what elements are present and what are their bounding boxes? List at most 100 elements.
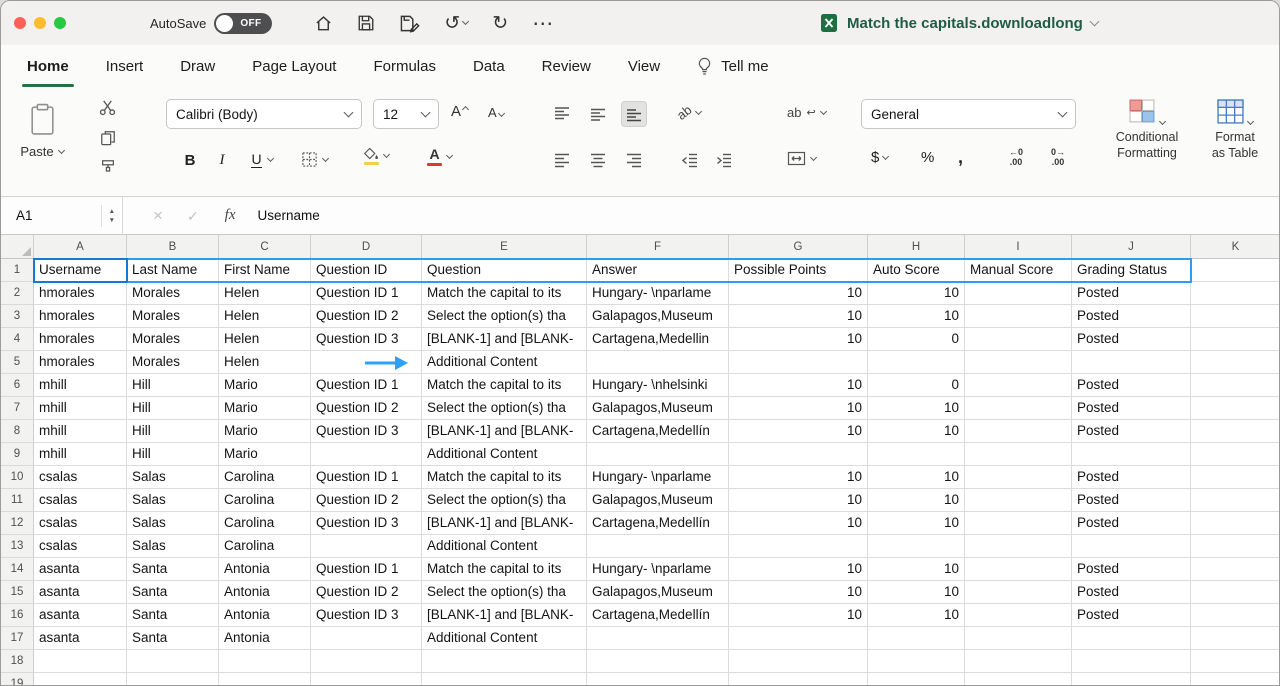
- cell-F14[interactable]: Hungary- \nparlame: [587, 558, 729, 581]
- tab-home[interactable]: Home: [27, 45, 69, 87]
- save-as-button[interactable]: [399, 14, 420, 33]
- cell-G19[interactable]: [729, 673, 868, 685]
- cell-F2[interactable]: Hungary- \nparlame: [587, 282, 729, 305]
- cell-D6[interactable]: Question ID 1: [311, 374, 422, 397]
- number-format-select[interactable]: General: [861, 99, 1076, 129]
- cell-K18[interactable]: [1191, 650, 1280, 673]
- tab-insert[interactable]: Insert: [106, 45, 144, 87]
- formula-bar-content[interactable]: Username: [258, 208, 320, 223]
- column-header-H[interactable]: H: [868, 235, 965, 259]
- cell-K14[interactable]: [1191, 558, 1280, 581]
- cell-I6[interactable]: [965, 374, 1072, 397]
- cell-E9[interactable]: Additional Content: [422, 443, 587, 466]
- cell-D18[interactable]: [311, 650, 422, 673]
- cell-F15[interactable]: Galapagos,Museum: [587, 581, 729, 604]
- cell-J3[interactable]: Posted: [1072, 305, 1191, 328]
- cell-E10[interactable]: Match the capital to its: [422, 466, 587, 489]
- cell-A13[interactable]: csalas: [34, 535, 127, 558]
- orientation-button[interactable]: ab: [677, 105, 701, 120]
- wrap-text-button[interactable]: ab↩: [787, 105, 826, 120]
- format-as-table-button[interactable]: Format as Table: [1201, 95, 1269, 161]
- cell-G4[interactable]: 10: [729, 328, 868, 351]
- select-all-corner[interactable]: [1, 235, 34, 259]
- cell-F4[interactable]: Cartagena,Medellin: [587, 328, 729, 351]
- cell-J5[interactable]: [1072, 351, 1191, 374]
- zoom-window-button[interactable]: [54, 17, 66, 29]
- cell-J10[interactable]: Posted: [1072, 466, 1191, 489]
- cell-B10[interactable]: Salas: [127, 466, 219, 489]
- cell-J19[interactable]: [1072, 673, 1191, 685]
- cell-D17[interactable]: [311, 627, 422, 650]
- tab-page-layout[interactable]: Page Layout: [252, 45, 336, 87]
- cell-K2[interactable]: [1191, 282, 1280, 305]
- cell-A4[interactable]: hmorales: [34, 328, 127, 351]
- cell-A3[interactable]: hmorales: [34, 305, 127, 328]
- cell-C3[interactable]: Helen: [219, 305, 311, 328]
- cell-H10[interactable]: 10: [868, 466, 965, 489]
- cell-E2[interactable]: Match the capital to its: [422, 282, 587, 305]
- cell-C15[interactable]: Antonia: [219, 581, 311, 604]
- cell-C1[interactable]: First Name: [219, 259, 311, 282]
- cell-F13[interactable]: [587, 535, 729, 558]
- row-header-2[interactable]: 2: [1, 282, 34, 305]
- cell-C9[interactable]: Mario: [219, 443, 311, 466]
- cell-G7[interactable]: 10: [729, 397, 868, 420]
- cell-I10[interactable]: [965, 466, 1072, 489]
- cell-J17[interactable]: [1072, 627, 1191, 650]
- align-right-button[interactable]: [621, 147, 647, 173]
- row-header-19[interactable]: 19: [1, 673, 34, 685]
- cell-K11[interactable]: [1191, 489, 1280, 512]
- cell-E11[interactable]: Select the option(s) tha: [422, 489, 587, 512]
- cell-G5[interactable]: [729, 351, 868, 374]
- font-family-select[interactable]: Calibri (Body): [166, 99, 362, 129]
- align-bottom-button[interactable]: [621, 101, 647, 127]
- cell-D11[interactable]: Question ID 2: [311, 489, 422, 512]
- cell-I3[interactable]: [965, 305, 1072, 328]
- cell-K9[interactable]: [1191, 443, 1280, 466]
- column-header-A[interactable]: A: [34, 235, 127, 259]
- cell-J14[interactable]: Posted: [1072, 558, 1191, 581]
- cell-B2[interactable]: Morales: [127, 282, 219, 305]
- cell-B14[interactable]: Santa: [127, 558, 219, 581]
- cell-H13[interactable]: [868, 535, 965, 558]
- cell-I1[interactable]: Manual Score: [965, 259, 1072, 282]
- cell-D19[interactable]: [311, 673, 422, 685]
- cell-H17[interactable]: [868, 627, 965, 650]
- cell-J9[interactable]: [1072, 443, 1191, 466]
- cell-B12[interactable]: Salas: [127, 512, 219, 535]
- cell-C7[interactable]: Mario: [219, 397, 311, 420]
- cell-G1[interactable]: Possible Points: [729, 259, 868, 282]
- autosave-toggle[interactable]: OFF: [214, 13, 272, 34]
- cell-G17[interactable]: [729, 627, 868, 650]
- conditional-formatting-button[interactable]: Conditional Formatting: [1103, 95, 1191, 161]
- cell-K19[interactable]: [1191, 673, 1280, 685]
- row-header-14[interactable]: 14: [1, 558, 34, 581]
- cell-E14[interactable]: Match the capital to its: [422, 558, 587, 581]
- cell-A10[interactable]: csalas: [34, 466, 127, 489]
- cell-F19[interactable]: [587, 673, 729, 685]
- cell-C6[interactable]: Mario: [219, 374, 311, 397]
- cell-K1[interactable]: [1191, 259, 1280, 282]
- close-window-button[interactable]: [14, 17, 26, 29]
- minimize-window-button[interactable]: [34, 17, 46, 29]
- cell-A7[interactable]: mhill: [34, 397, 127, 420]
- cell-F3[interactable]: Galapagos,Museum: [587, 305, 729, 328]
- align-top-button[interactable]: [549, 101, 575, 127]
- cell-K7[interactable]: [1191, 397, 1280, 420]
- align-left-button[interactable]: [549, 147, 575, 173]
- cell-D9[interactable]: [311, 443, 422, 466]
- percent-format-button[interactable]: %: [921, 149, 934, 166]
- cell-G16[interactable]: 10: [729, 604, 868, 627]
- currency-format-button[interactable]: $: [871, 149, 888, 166]
- cell-G6[interactable]: 10: [729, 374, 868, 397]
- cell-J8[interactable]: Posted: [1072, 420, 1191, 443]
- cell-I2[interactable]: [965, 282, 1072, 305]
- cell-I13[interactable]: [965, 535, 1072, 558]
- cell-C18[interactable]: [219, 650, 311, 673]
- cell-A16[interactable]: asanta: [34, 604, 127, 627]
- cell-D13[interactable]: [311, 535, 422, 558]
- paste-button[interactable]: Paste: [13, 97, 71, 185]
- tab-draw[interactable]: Draw: [180, 45, 215, 87]
- cell-G14[interactable]: 10: [729, 558, 868, 581]
- cell-E17[interactable]: Additional Content: [422, 627, 587, 650]
